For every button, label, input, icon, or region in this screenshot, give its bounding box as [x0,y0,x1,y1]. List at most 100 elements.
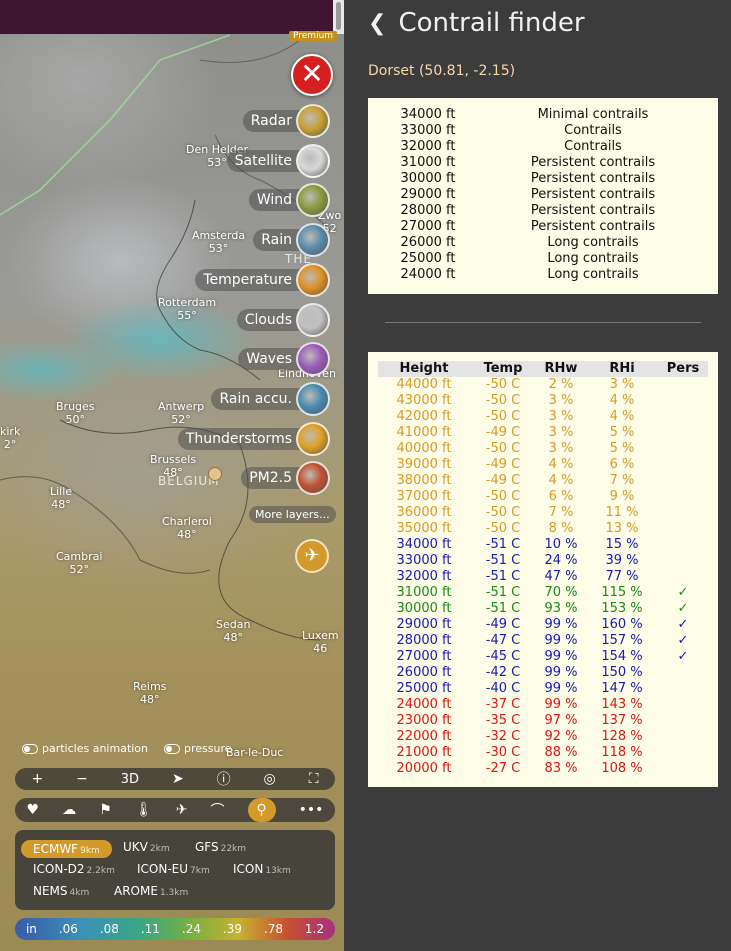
paraglider-icon[interactable]: ⌒ [210,800,224,820]
layer-pm2-5[interactable]: PM2.5 [241,461,330,496]
cell-height: 31000 ft [396,585,452,600]
scrollbar[interactable] [333,0,344,34]
table-header: Height Temp RHw RHi Pers [378,361,708,377]
summary-row: 31000 ft Persistent contrails [368,155,718,171]
panel-header: ❮ Contrail finder [368,8,585,38]
pressure-toggle[interactable]: pressure [164,742,232,755]
zoom-in-button[interactable]: + [31,771,43,787]
thermometer-icon[interactable]: 🌡 [135,802,153,818]
cell-rhw: 99 % [544,681,578,696]
cell-height: 40000 ft [396,441,452,456]
cell-temp: -50 C [485,489,521,504]
summary-row: 25000 ft Long contrails [368,251,718,267]
color-scale-legend: in .06 .08 .11 .24 .39 .78 1.2 [15,918,335,940]
table-row: 28000 ft -47 C 99 % 157 % ✓ [378,633,708,649]
table-row: 27000 ft -45 C 99 % 154 % ✓ [378,649,708,665]
cell-rhw: 92 % [544,729,578,744]
cell-height: 44000 ft [396,377,452,392]
layer-waves[interactable]: Waves [238,342,330,377]
info-icon[interactable]: ⓘ [217,769,231,789]
model-icon-d2[interactable]: ICON-D2 2.2km [33,862,115,876]
table-row: 31000 ft -51 C 70 % 115 % ✓ [378,585,708,601]
top-bar [0,0,333,34]
model-icon-eu[interactable]: ICON-EU 7km [137,862,210,876]
cell-temp: -51 C [485,553,521,568]
table-row: 41000 ft -49 C 3 % 5 % [378,425,708,441]
fullscreen-icon[interactable]: ⛶ [309,771,319,787]
model-resolution: 13km [265,866,291,876]
back-chevron-icon[interactable]: ❮ [368,11,386,36]
cell-pers: ✓ [677,633,689,648]
more-icon[interactable]: ••• [299,802,324,818]
cell-rhw: 8 % [548,521,574,536]
weather-map[interactable]: Premium Den Helder 53° Amsterda 53° Rotterda… [0,0,344,951]
cell-rhw: 2 % [548,377,574,392]
weather-icon[interactable]: ☁ [62,802,76,818]
cell-height: 28000 ft [396,633,452,648]
table-row: 25000 ft -40 C 99 % 147 % [378,681,708,697]
summary-status: Persistent contrails [530,187,656,202]
layer-thunderstorms[interactable]: Thunderstorms [177,421,330,456]
summary-height: 28000 ft [400,203,456,218]
place-label: Amsterda 53° [192,229,245,255]
place-name: kirk [0,425,21,438]
layer-rain[interactable]: Rain [253,223,330,258]
place-value: 50° [65,413,86,426]
cell-rhw: 3 % [548,409,574,424]
cell-pers [658,521,708,537]
plane-icon[interactable]: ✈ [176,802,188,818]
model-gfs[interactable]: GFS 22km [195,840,246,854]
heart-icon[interactable]: ♥ [27,802,40,818]
layer-radar[interactable]: Radar [242,104,330,138]
close-layers-button[interactable]: ✕ [291,54,333,96]
model-icon[interactable]: ICON 13km [233,862,291,876]
cell-pers [658,553,708,569]
layer-clouds[interactable]: Clouds [236,302,330,337]
cell-pers [658,745,708,761]
layer-rain-accu-[interactable]: Rain accu. [211,381,330,416]
model-arome[interactable]: AROME 1.3km [114,884,188,898]
cell-rhi: 153 % [601,601,643,616]
layer-temperature[interactable]: Temperature [195,262,330,297]
cell-height: 42000 ft [396,409,452,424]
location-pin[interactable] [208,467,222,481]
cell-rhw: 24 % [544,553,578,568]
place-value: 48° [51,498,71,511]
cell-temp: -49 C [485,473,521,488]
flag-icon[interactable]: ⚑ [99,802,112,818]
cell-pers [658,489,708,505]
layer-thumbnail-icon [296,381,330,416]
cell-pers [658,409,708,425]
place-value: 53° [208,242,229,255]
cell-pers [658,761,708,777]
model-ecmwf[interactable]: ECMWF 9km [21,840,112,858]
locate-icon[interactable]: ➤ [172,771,184,787]
particles-toggle[interactable]: particles animation [22,742,148,755]
layer-thumbnail-icon [296,183,330,218]
layer-satellite[interactable]: Satellite [226,143,330,178]
hurricane-icon[interactable]: ◎ [264,771,276,787]
cell-pers [658,569,708,585]
scale-tick: .24 [181,922,201,936]
place-value: 48° [139,693,160,706]
model-ukv[interactable]: UKV 2km [123,840,170,854]
3d-button[interactable]: 3D [121,772,139,787]
pin-icon[interactable]: ⚲ [247,798,276,822]
contrail-detail-table: Height Temp RHw RHi Pers 44000 ft -50 C 2 … [368,352,718,787]
layer-thumbnail-icon [296,104,330,138]
layer-wind[interactable]: Wind [248,183,330,218]
model-nems[interactable]: NEMS 4km [33,884,89,898]
more-layers-button[interactable]: More layers... [249,506,336,523]
premium-badge[interactable]: Premium [289,31,338,41]
airplane-icon[interactable]: ✈ [295,539,329,573]
cell-rhw: 99 % [544,649,578,664]
table-row: 32000 ft -51 C 47 % 77 % [378,569,708,585]
cell-temp: -50 C [485,377,521,392]
model-resolution: 9km [80,846,100,856]
zoom-out-button[interactable]: − [76,771,88,787]
cell-temp: -37 C [485,697,521,712]
table-row: 35000 ft -50 C 8 % 13 % [378,521,708,537]
scale-tick: .39 [222,922,242,936]
cell-rhw: 93 % [544,601,578,616]
place-name: Bruges [56,400,95,413]
